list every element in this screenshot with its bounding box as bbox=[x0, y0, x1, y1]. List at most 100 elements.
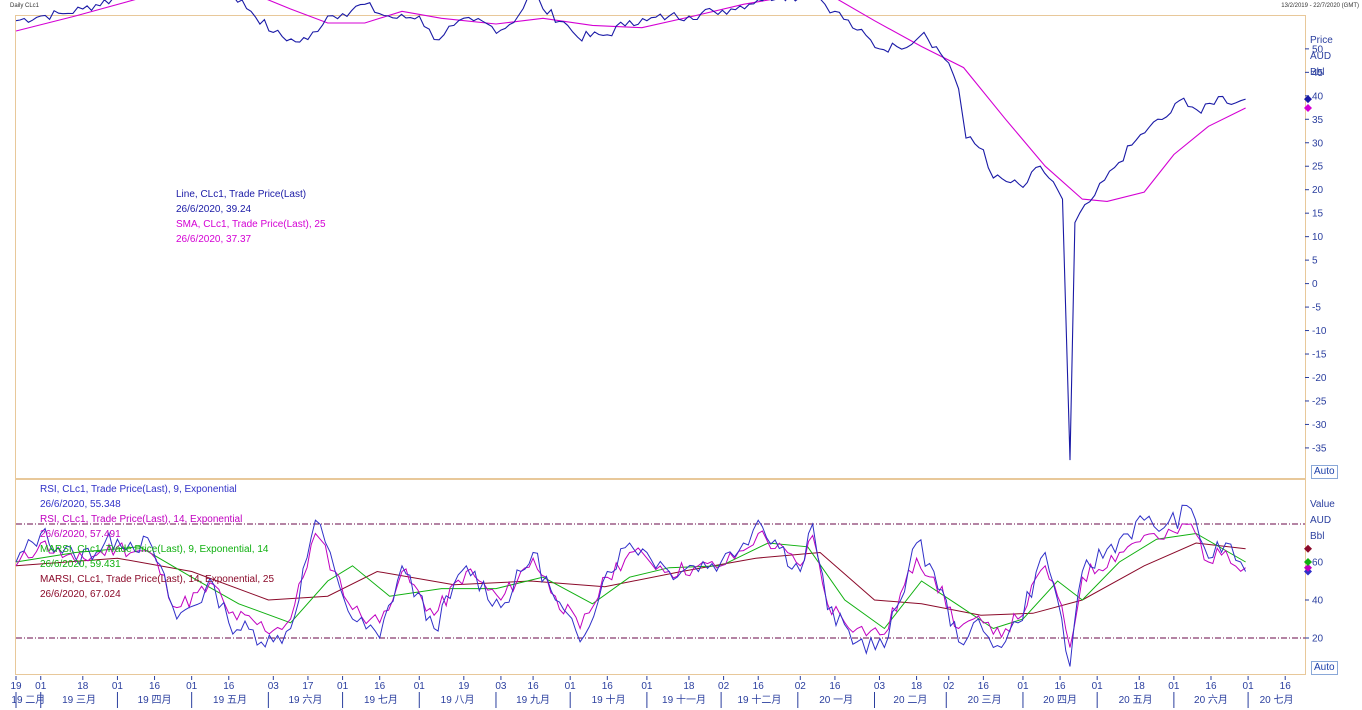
month-label: 19 十月 bbox=[592, 693, 626, 706]
lower-axis-title-line-3: Bbl bbox=[1310, 531, 1325, 542]
month-label: 19 四月 bbox=[138, 694, 172, 706]
price-tick-label: -10 bbox=[1312, 326, 1327, 337]
date-tick-label: 02 bbox=[795, 681, 807, 692]
month-label: 19 三月 bbox=[62, 694, 96, 706]
date-tick-label: 17 bbox=[302, 681, 314, 692]
date-tick-label: 01 bbox=[641, 681, 653, 692]
legend-price-name: Line, CLc1, Trade Price(Last) bbox=[176, 189, 307, 200]
lower-legend: RSI, CLc1, Trade Price(Last), 9, Exponen… bbox=[40, 482, 274, 602]
legend-rsi9-name: RSI, CLc1, Trade Price(Last), 9, Exponen… bbox=[40, 484, 237, 495]
date-tick-label: 18 bbox=[911, 681, 923, 692]
date-tick-label: 01 bbox=[414, 681, 426, 692]
price-tick-label: -30 bbox=[1312, 420, 1327, 431]
date-tick-label: 18 bbox=[1134, 681, 1146, 692]
date-tick-label: 16 bbox=[528, 681, 540, 692]
upper-plot-frame bbox=[15, 15, 1306, 479]
date-tick-label: 01 bbox=[35, 681, 47, 692]
date-tick-label: 16 bbox=[829, 681, 841, 692]
month-label: 19 七月 bbox=[364, 694, 398, 706]
value-tick-label: 60 bbox=[1312, 558, 1324, 569]
month-label: 20 二月 bbox=[893, 694, 927, 706]
upper-axis-title-line-2: AUD bbox=[1310, 51, 1332, 62]
date-tick-label: 19 bbox=[458, 681, 470, 692]
date-tick-label: 16 bbox=[1205, 681, 1217, 692]
date-tick-label: 16 bbox=[602, 681, 614, 692]
month-label: 19 二月 bbox=[11, 694, 45, 706]
lower-axis-title: Value AUD Bbl bbox=[1310, 497, 1335, 545]
date-tick-label: 01 bbox=[1168, 681, 1180, 692]
legend-marsi9-value: 26/6/2020, 59.431 bbox=[40, 559, 121, 570]
legend-sma-name: SMA, CLc1, Trade Price(Last), 25 bbox=[176, 219, 326, 230]
date-tick-label: 16 bbox=[149, 681, 161, 692]
date-tick-label: 02 bbox=[718, 681, 730, 692]
date-tick-label: 01 bbox=[186, 681, 198, 692]
price-tick-label: -35 bbox=[1312, 443, 1327, 454]
x-axis: 19 01 18 01 16 01 16 03 17 01 16 01 19 03 16 01 16 01 18 02… bbox=[10, 676, 1294, 708]
date-tick-label: 19 bbox=[10, 681, 22, 692]
date-tick-label: 16 bbox=[374, 681, 386, 692]
month-label: 19 五月 bbox=[213, 694, 247, 706]
month-label: 20 四月 bbox=[1043, 694, 1077, 706]
legend-rsi14-value: 26/6/2020, 57.491 bbox=[40, 529, 121, 540]
price-tick-label: -15 bbox=[1312, 350, 1327, 361]
price-tick-label: 35 bbox=[1312, 115, 1324, 126]
month-label: 20 五月 bbox=[1119, 694, 1153, 706]
month-label: 20 七月 bbox=[1260, 694, 1294, 706]
upper-axis-title-line-1: Price bbox=[1310, 35, 1333, 46]
date-tick-label: 16 bbox=[223, 681, 235, 692]
upper-axis-title: Price AUD Bbl bbox=[1310, 33, 1333, 81]
month-label: 19 八月 bbox=[441, 694, 475, 706]
month-label: 19 九月 bbox=[516, 694, 550, 706]
date-tick-label: 18 bbox=[77, 681, 89, 692]
price-tick-label: 15 bbox=[1312, 209, 1324, 220]
chart-canvas: 50454035302520151050-5-10-15-20-25-30-35… bbox=[10, 0, 1327, 708]
legend-marsi14-value: 26/6/2020, 67.024 bbox=[40, 589, 121, 600]
price-tick-label: 5 bbox=[1312, 256, 1318, 267]
legend-rsi9-value: 26/6/2020, 55.348 bbox=[40, 499, 121, 510]
price-tick-label: 0 bbox=[1312, 279, 1318, 290]
lower-auto-button[interactable]: Auto bbox=[1311, 661, 1338, 675]
legend-rsi14-name: RSI, CLc1, Trade Price(Last), 14, Expone… bbox=[40, 514, 243, 525]
legend-marsi9-name: MARSI, CLc1, Trade Price(Last), 9, Expon… bbox=[40, 544, 269, 555]
upper-axis-title-line-3: Bbl bbox=[1310, 67, 1325, 78]
date-tick-label: 01 bbox=[1092, 681, 1104, 692]
month-label: 19 十一月 bbox=[662, 693, 706, 706]
date-tick-label: 16 bbox=[1280, 681, 1292, 692]
price-tick-label: -5 bbox=[1312, 303, 1321, 314]
price-tick-label: -20 bbox=[1312, 373, 1327, 384]
upper-auto-button[interactable]: Auto bbox=[1311, 465, 1338, 479]
date-tick-label: 01 bbox=[1017, 681, 1029, 692]
date-tick-label: 18 bbox=[683, 681, 695, 692]
date-tick-label: 01 bbox=[112, 681, 124, 692]
value-tick-label: 40 bbox=[1312, 596, 1324, 607]
month-label: 20 三月 bbox=[968, 694, 1002, 706]
legend-marsi14-name: MARSI, CLc1, Trade Price(Last), 14, Expo… bbox=[40, 574, 274, 585]
month-label: 19 六月 bbox=[289, 694, 323, 706]
price-tick-label: -25 bbox=[1312, 396, 1327, 407]
price-tick-label: 30 bbox=[1312, 138, 1324, 149]
price-tick-label: 10 bbox=[1312, 232, 1324, 243]
lower-axis-title-line-1: Value bbox=[1310, 499, 1335, 510]
date-tick-label: 03 bbox=[495, 681, 507, 692]
price-tick-label: 25 bbox=[1312, 162, 1324, 173]
date-tick-label: 01 bbox=[337, 681, 349, 692]
date-tick-label: 16 bbox=[978, 681, 990, 692]
month-label: 19 十二月 bbox=[738, 693, 782, 706]
date-tick-label: 16 bbox=[1055, 681, 1067, 692]
price-tick-label: 20 bbox=[1312, 185, 1324, 196]
lower-axis-title-line-2: AUD bbox=[1310, 515, 1332, 526]
date-tick-label: 01 bbox=[1243, 681, 1255, 692]
month-label: 20 一月 bbox=[819, 694, 853, 706]
month-label: 20 六月 bbox=[1194, 694, 1228, 706]
upper-legend: Line, CLc1, Trade Price(Last) 26/6/2020, … bbox=[176, 187, 326, 247]
legend-price-value: 26/6/2020, 39.24 bbox=[176, 204, 252, 215]
date-tick-label: 03 bbox=[874, 681, 886, 692]
date-tick-label: 03 bbox=[268, 681, 280, 692]
date-tick-label: 16 bbox=[753, 681, 765, 692]
date-tick-label: 01 bbox=[565, 681, 577, 692]
value-tick-label: 20 bbox=[1312, 634, 1324, 645]
sma-line bbox=[15, 0, 1246, 202]
date-tick-label: 02 bbox=[943, 681, 955, 692]
price-tick-label: 40 bbox=[1312, 91, 1324, 102]
legend-sma-value: 26/6/2020, 37.37 bbox=[176, 234, 252, 245]
